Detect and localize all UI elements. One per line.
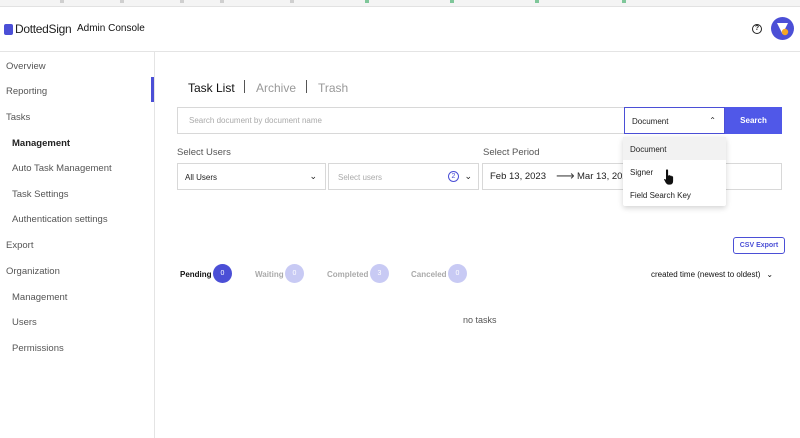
sidebar-item-export[interactable]: Export [6, 240, 33, 251]
avatar-logo-icon [777, 23, 789, 36]
status-count-badge: 0 [285, 264, 304, 283]
search-button[interactable]: Search [725, 107, 782, 134]
tab-archive[interactable]: Archive [256, 81, 296, 95]
sidebar-item-org-management[interactable]: Management [12, 292, 67, 303]
sidebar-item-permissions[interactable]: Permissions [12, 343, 64, 354]
logo-mark-icon [4, 23, 13, 35]
help-icon[interactable]: ? [752, 24, 762, 34]
sidebar-active-indicator [151, 77, 154, 102]
chevron-down-icon: ⌄ [309, 171, 317, 181]
csv-export-button[interactable]: CSV Export [733, 237, 785, 254]
app-header: DottedSign Admin Console ? [0, 7, 800, 52]
sidebar-item-organization[interactable]: Organization [6, 266, 60, 277]
sidebar-item-auto-task-management[interactable]: Auto Task Management [12, 163, 112, 174]
tab-task-list[interactable]: Task List [188, 81, 235, 95]
search-type-value: Document [632, 117, 669, 126]
dropdown-option-field-search-key[interactable]: Field Search Key [623, 183, 726, 206]
sort-label: created time (newest to oldest) [651, 270, 761, 279]
users-multi-placeholder: Select users [338, 173, 383, 182]
sidebar-item-task-settings[interactable]: Task Settings [12, 189, 69, 200]
logo[interactable]: DottedSign [4, 22, 72, 36]
status-count-badge: 0 [213, 264, 232, 283]
select-period-label: Select Period [483, 147, 540, 158]
top-strip [0, 0, 800, 7]
avatar[interactable] [771, 17, 794, 40]
sidebar-item-reporting[interactable]: Reporting [6, 86, 47, 97]
selected-users-count-badge: 2 [448, 171, 459, 182]
status-count-badge: 3 [370, 264, 389, 283]
users-scope-value: All Users [185, 173, 218, 182]
status-tab-label: Pending [180, 270, 212, 279]
status-count-badge: 0 [448, 264, 467, 283]
status-tab-label: Completed [327, 270, 369, 279]
chevron-down-icon: ⌄ [464, 171, 472, 181]
status-tab-label: Canceled [411, 270, 447, 279]
logo-text: DottedSign [15, 22, 72, 36]
arrow-right-icon: ⟶ [556, 168, 575, 183]
sidebar-item-users[interactable]: Users [12, 317, 37, 328]
sidebar-item-task-management[interactable]: Management [12, 138, 70, 149]
search-type-select[interactable]: Document ⌃ [624, 107, 725, 134]
console-title: Admin Console [77, 23, 145, 34]
select-users-label: Select Users [177, 147, 231, 158]
chevron-down-icon: ⌄ [766, 270, 774, 279]
tab-trash[interactable]: Trash [318, 81, 348, 95]
chevron-up-icon: ⌃ [709, 116, 716, 125]
sidebar-item-tasks[interactable]: Tasks [6, 112, 30, 123]
sidebar-item-authentication-settings[interactable]: Authentication settings [12, 214, 108, 225]
mouse-cursor-icon [663, 168, 674, 186]
sidebar-item-overview[interactable]: Overview [6, 61, 46, 72]
users-scope-select[interactable]: All Users ⌄ [177, 163, 326, 190]
period-from: Feb 13, 2023 [490, 171, 546, 182]
empty-state-message: no tasks [463, 315, 497, 325]
sort-select[interactable]: created time (newest to oldest) ⌄ [651, 270, 773, 279]
search-input[interactable] [177, 107, 624, 134]
tab-separator [306, 80, 307, 93]
tab-separator [244, 80, 245, 93]
users-multi-select[interactable]: Select users 2 ⌄ [328, 163, 479, 190]
dropdown-option-document[interactable]: Document [623, 137, 726, 160]
status-tab-label: Waiting [255, 270, 284, 279]
